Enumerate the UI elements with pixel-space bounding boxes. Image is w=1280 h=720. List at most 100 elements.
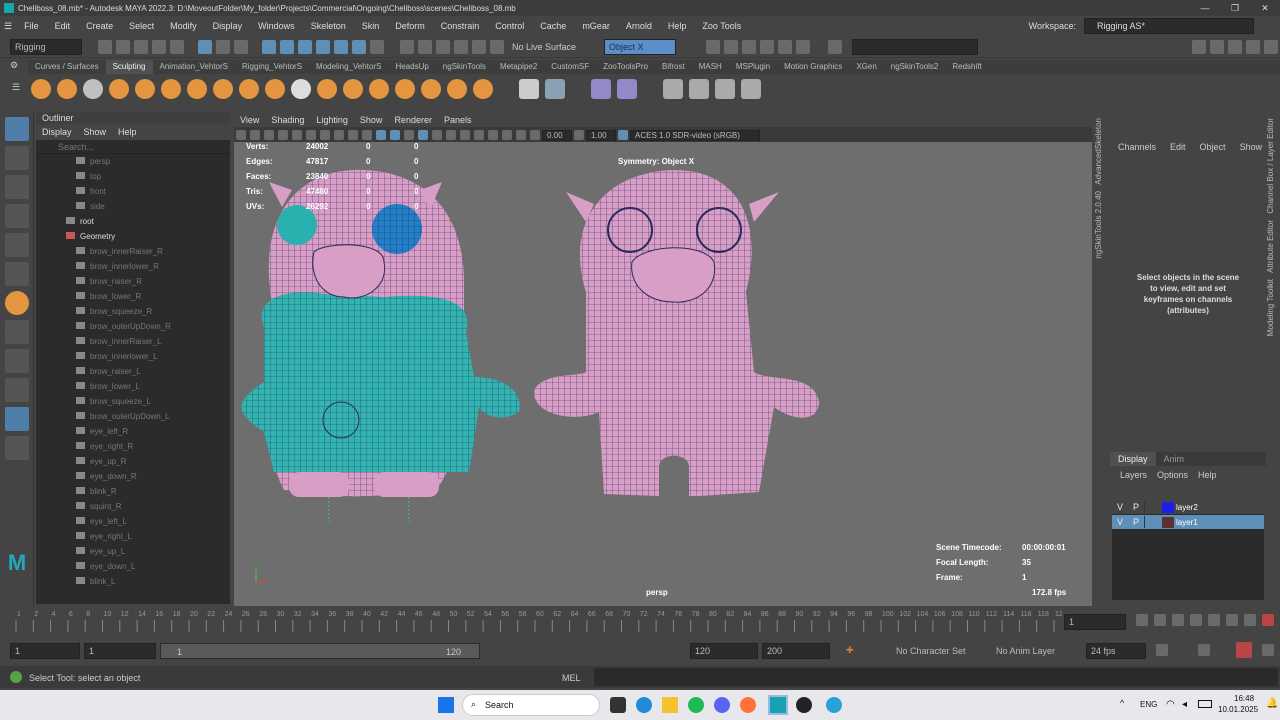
maya-taskbar-icon[interactable] xyxy=(768,695,788,715)
resolution-gate-icon[interactable] xyxy=(320,130,330,140)
menu-help[interactable]: Help xyxy=(660,21,695,31)
snap-view-icon[interactable] xyxy=(454,39,468,54)
colorspace-select[interactable]: ACES 1.0 SDR-video (sRGB) xyxy=(630,129,760,141)
shelf-tab[interactable]: XGen xyxy=(849,60,883,74)
scale-tool-icon[interactable] xyxy=(5,262,29,286)
clone-icon[interactable] xyxy=(715,79,735,99)
viewport-menu-view[interactable]: View xyxy=(234,115,265,125)
notification-icon[interactable]: 🔔 xyxy=(1266,698,1278,709)
edge-icon[interactable] xyxy=(636,697,652,713)
erase-tool-icon[interactable] xyxy=(473,79,493,99)
options-menu[interactable]: Options xyxy=(1157,470,1188,480)
menu-skeleton[interactable]: Skeleton xyxy=(303,21,354,31)
outliner-item[interactable]: brow_outerUpDown_L xyxy=(36,409,230,424)
shelf-tab[interactable]: ngSkinTools xyxy=(436,60,493,74)
explorer-icon[interactable] xyxy=(662,697,678,713)
shelf-tab[interactable]: MASH xyxy=(692,60,729,74)
outliner-item[interactable]: eye_up_R xyxy=(36,454,230,469)
layer-visibility[interactable]: V xyxy=(1112,517,1128,527)
step-forward-frame-icon[interactable] xyxy=(1262,614,1274,626)
outliner-item[interactable]: eye_down_R xyxy=(36,469,230,484)
outliner-item[interactable]: eye_right_L xyxy=(36,529,230,544)
outliner-item[interactable]: side xyxy=(36,199,230,214)
wifi-icon[interactable]: ◠ xyxy=(1166,699,1175,710)
anim-layer-select[interactable]: No Anim Layer xyxy=(992,643,1080,659)
two-view-icon[interactable] xyxy=(5,378,29,402)
outliner-item[interactable]: eye_up_L xyxy=(36,544,230,559)
fps-select[interactable]: 24 fps xyxy=(1086,643,1146,659)
shelf-tab[interactable]: ZooToolsPro xyxy=(596,60,655,74)
step-back-key-icon[interactable] xyxy=(1154,614,1166,626)
snap-curve-icon[interactable] xyxy=(418,39,432,54)
shelf-tab[interactable]: Metapipe2 xyxy=(493,60,544,74)
outliner-item[interactable]: eye_right_R xyxy=(36,439,230,454)
outliner-menu-display[interactable]: Display xyxy=(36,127,78,137)
menu-mgear[interactable]: mGear xyxy=(574,21,618,31)
smooth-tool-icon[interactable] xyxy=(57,79,77,99)
select-component-icon[interactable] xyxy=(234,39,248,54)
viewport-menu-lighting[interactable]: Lighting xyxy=(310,115,354,125)
save-scene-icon[interactable] xyxy=(134,39,148,54)
shelf-menu-icon[interactable]: ☰ xyxy=(12,82,20,93)
repeat-tool-icon[interactable] xyxy=(239,79,259,99)
ipr-render-icon[interactable] xyxy=(742,39,756,54)
amplify-tool-icon[interactable] xyxy=(395,79,415,99)
gamma-field[interactable]: 1.00 xyxy=(586,129,616,141)
outliner-search[interactable]: Search... xyxy=(36,140,230,154)
outliner-item[interactable]: brow_lower_L xyxy=(36,379,230,394)
channel-box-icon[interactable] xyxy=(1246,39,1260,54)
tab-display[interactable]: Display xyxy=(1110,452,1156,466)
single-view-icon[interactable] xyxy=(5,320,29,344)
workspace-select[interactable]: Rigging AS* xyxy=(1084,18,1254,34)
blend-icon[interactable] xyxy=(689,79,709,99)
outliner-item[interactable]: brow_outerUpDown_R xyxy=(36,319,230,334)
command-input[interactable] xyxy=(594,668,1278,686)
playback-start-field[interactable]: 1 xyxy=(84,643,156,659)
viewport-menu-shading[interactable]: Shading xyxy=(265,115,310,125)
gate-mask-icon[interactable] xyxy=(334,130,344,140)
sculpt-grid-icon[interactable] xyxy=(545,79,565,99)
sound-icon[interactable] xyxy=(1198,644,1210,656)
layer-visibility[interactable]: V xyxy=(1112,502,1128,512)
sculpt-tool-icon[interactable] xyxy=(31,79,51,99)
input-line-icon[interactable] xyxy=(828,39,842,54)
shelf-tab[interactable]: Motion Graphics xyxy=(777,60,849,74)
shelf-tab[interactable]: HeadsUp xyxy=(388,60,435,74)
live-surface-label[interactable]: No Live Surface xyxy=(506,42,598,52)
vtab-modeling-toolkit[interactable]: Modeling Toolkit xyxy=(1266,279,1275,336)
outliner-item[interactable]: front xyxy=(36,184,230,199)
step-forward-key-icon[interactable] xyxy=(1226,614,1238,626)
scrape-tool-icon[interactable] xyxy=(317,79,337,99)
menu-constrain[interactable]: Constrain xyxy=(433,21,488,31)
loop-icon[interactable] xyxy=(1156,644,1168,656)
volume-icon[interactable]: ◂ xyxy=(1182,699,1187,710)
outliner-item[interactable]: Geometry xyxy=(36,229,230,244)
preferences-icon[interactable] xyxy=(1262,644,1274,656)
textured-icon[interactable] xyxy=(404,130,414,140)
grab-tool-icon[interactable] xyxy=(109,79,129,99)
battery-icon[interactable] xyxy=(1198,700,1212,708)
bookmark-icon[interactable] xyxy=(264,130,274,140)
snap-live-icon[interactable] xyxy=(472,39,486,54)
mirror-icon[interactable] xyxy=(741,79,761,99)
layer-color-swatch[interactable] xyxy=(1162,501,1174,513)
foamy-tool-icon[interactable] xyxy=(187,79,207,99)
menu-skin[interactable]: Skin xyxy=(354,21,388,31)
current-frame-field[interactable]: 1 xyxy=(1064,614,1126,630)
relax-tool-icon[interactable] xyxy=(83,79,103,99)
hypershade-icon[interactable] xyxy=(778,39,792,54)
telegram-icon[interactable] xyxy=(826,697,842,713)
paint-select-icon[interactable] xyxy=(5,175,29,199)
shadows-icon[interactable] xyxy=(446,130,456,140)
new-scene-icon[interactable] xyxy=(98,39,112,54)
outliner-item[interactable]: top xyxy=(36,169,230,184)
shelf-tab[interactable]: Animation_VehtorS xyxy=(153,60,236,74)
shelf-tab[interactable]: Redshift xyxy=(945,60,988,74)
multi-mode-icon[interactable] xyxy=(334,39,348,54)
quick-input-field[interactable] xyxy=(852,38,978,55)
gamma-icon[interactable] xyxy=(574,130,584,140)
outliner-item[interactable]: brow_lower_R xyxy=(36,289,230,304)
outliner-item[interactable]: squint_R xyxy=(36,499,230,514)
select-hierarchy-icon[interactable] xyxy=(198,39,212,54)
undo-icon[interactable] xyxy=(152,39,166,54)
